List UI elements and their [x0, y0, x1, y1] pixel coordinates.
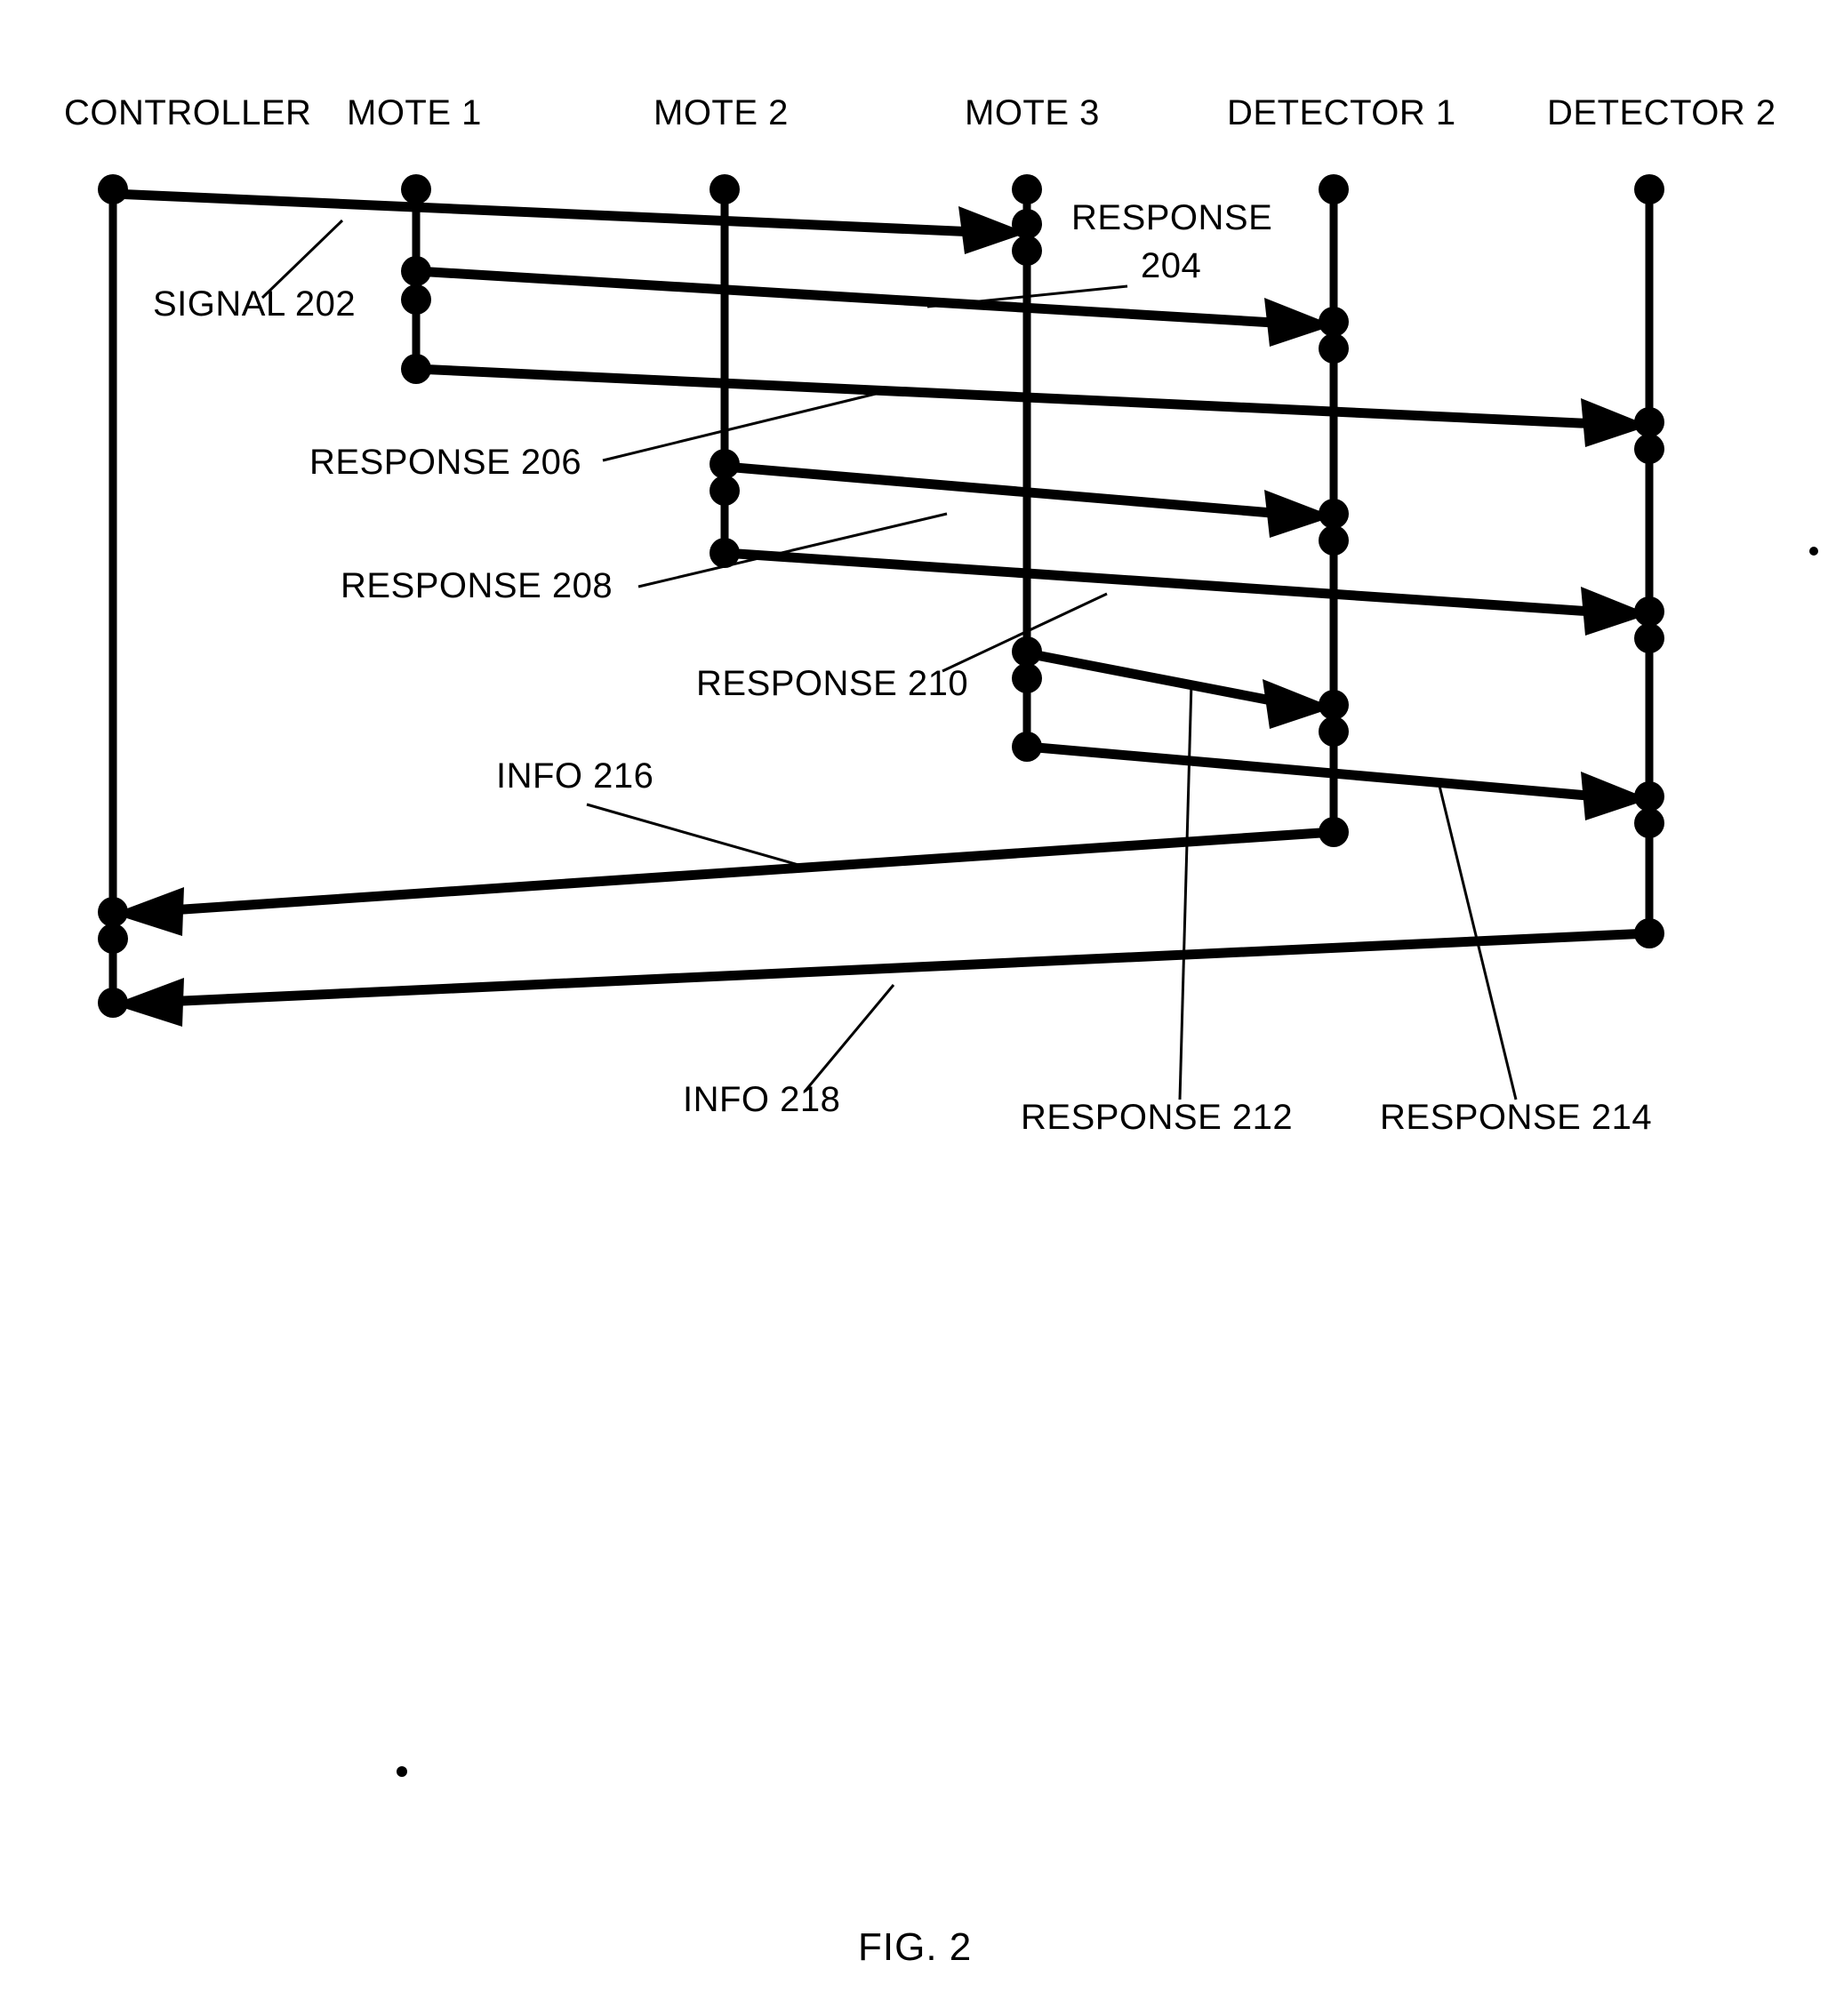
message-response-214[interactable]: [1026, 741, 1649, 820]
message-line-response-212: [1025, 648, 1305, 712]
event-dot-detector2-resp206: [1634, 407, 1664, 437]
leader-response-208: [637, 512, 948, 588]
event-dot-detector1-resp204: [1319, 307, 1349, 337]
event-dot-mote1-resp204b: [401, 284, 431, 315]
event-dot-mote3-top: [1012, 174, 1042, 204]
label-response-204-line1: RESPONSE: [1071, 198, 1272, 237]
message-response-212[interactable]: [1025, 648, 1334, 729]
label-info-216: INFO 216: [496, 756, 653, 796]
message-info-216[interactable]: [113, 827, 1335, 936]
lifeline-header-mote1: MOTE 1: [347, 93, 482, 132]
label-signal-202: SIGNAL 202: [153, 284, 356, 324]
event-dot-mote2-top: [710, 174, 740, 204]
label-response-208: RESPONSE 208: [341, 566, 613, 605]
lifeline-headers: CONTROLLER MOTE 1 MOTE 2 MOTE 3 DETECTOR…: [64, 93, 1776, 132]
event-dot-detector2-resp214b: [1634, 808, 1664, 838]
label-response-204-line2: 204: [1141, 246, 1201, 285]
message-line-response-210: [724, 548, 1619, 619]
label-response-212: RESPONSE 212: [1021, 1098, 1293, 1137]
event-dot-mote3-signal202: [1012, 209, 1042, 239]
lifeline-header-detector1: DETECTOR 1: [1227, 93, 1456, 132]
event-dot-controller-top: [98, 174, 128, 204]
event-dot-mote1-resp204: [401, 256, 431, 286]
event-dot-detector1-top: [1319, 174, 1349, 204]
event-dot-detector1-resp208b: [1319, 525, 1349, 556]
leader-response-212: [1178, 682, 1193, 1100]
event-dot-mote2-resp208: [710, 449, 740, 479]
event-dot-detector1-resp204b: [1319, 333, 1349, 364]
leader-response-206: [602, 392, 877, 462]
lifeline-header-controller: CONTROLLER: [64, 93, 311, 132]
event-dot-mote3-resp212: [1012, 636, 1042, 667]
message-signal-202[interactable]: [112, 188, 1027, 254]
event-dot-detector2-top: [1634, 174, 1664, 204]
event-dot-mote1-resp206: [401, 354, 431, 384]
message-line-info-216: [143, 827, 1335, 917]
event-dot-detector1-info216: [1319, 817, 1349, 847]
speck-lower-left: [397, 1766, 407, 1777]
label-info-218: INFO 218: [683, 1080, 840, 1119]
message-response-206[interactable]: [415, 364, 1649, 447]
message-response-210[interactable]: [724, 548, 1649, 636]
leader-info-218: [803, 984, 895, 1092]
event-dot-detector1-resp212: [1319, 690, 1349, 720]
message-line-response-214: [1026, 741, 1619, 804]
message-line-response-208: [724, 461, 1304, 521]
leader-info-216: [586, 803, 806, 868]
event-dot-controller-info216b: [98, 924, 128, 954]
message-info-218[interactable]: [113, 928, 1650, 1027]
event-dot-mote2-resp208b: [710, 476, 740, 506]
event-dot-controller-info218: [98, 988, 128, 1018]
event-dot-detector2-resp210b: [1634, 623, 1664, 653]
lifeline-header-detector2: DETECTOR 2: [1547, 93, 1776, 132]
event-dot-detector2-resp206b: [1634, 434, 1664, 464]
label-response-206: RESPONSE 206: [309, 443, 581, 482]
label-response-214: RESPONSE 214: [1380, 1098, 1652, 1137]
event-dot-mote1-top: [401, 174, 431, 204]
event-dot-detector1-resp212b: [1319, 716, 1349, 747]
lifeline-header-mote2: MOTE 2: [653, 93, 789, 132]
event-dot-detector2-resp210: [1634, 596, 1664, 627]
message-line-response-206: [415, 364, 1619, 430]
event-dot-controller-info216: [98, 897, 128, 927]
label-response-210: RESPONSE 210: [696, 664, 968, 703]
event-dot-mote3-resp212b: [1012, 663, 1042, 693]
message-line-signal-202: [112, 188, 997, 238]
event-dot-mote3-resp214: [1012, 732, 1042, 762]
event-dot-detector2-info218: [1634, 918, 1664, 948]
lifeline-header-mote3: MOTE 3: [965, 93, 1100, 132]
sequence-diagram-canvas: CONTROLLER MOTE 1 MOTE 2 MOTE 3 DETECTOR…: [64, 93, 1818, 1969]
figure-caption: FIG. 2: [858, 1925, 972, 1969]
event-dot-detector1-resp208: [1319, 499, 1349, 529]
figure-root: CONTROLLER MOTE 1 MOTE 2 MOTE 3 DETECTOR…: [0, 0, 1844, 2016]
event-dot-mote3-signal202b: [1012, 236, 1042, 266]
speck-right-margin: [1809, 547, 1818, 556]
event-dot-detector2-resp214: [1634, 781, 1664, 812]
stray-marks: [397, 547, 1818, 1777]
message-line-info-218: [143, 928, 1650, 1008]
